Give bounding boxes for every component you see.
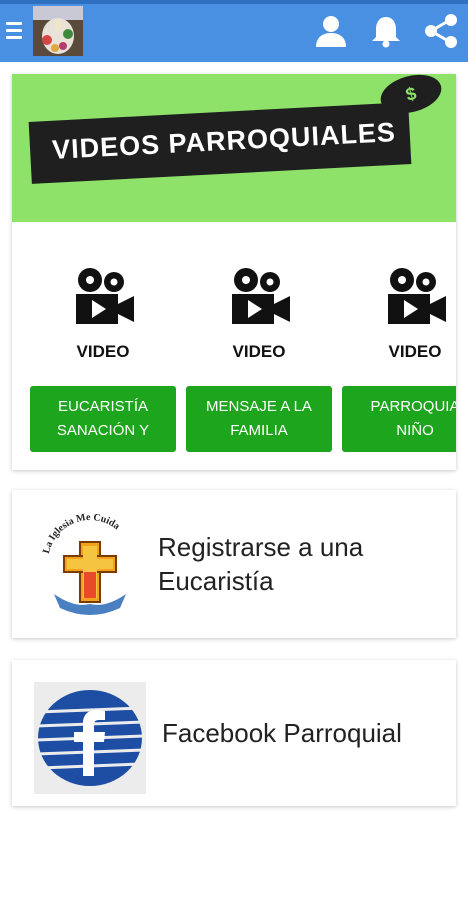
facebook-parish-label: Facebook Parroquial — [162, 718, 402, 748]
video-caption: VIDEO — [232, 342, 286, 361]
videos-banner[interactable]: VIDEOS PARROQUIALES $ — [12, 74, 456, 222]
video-camera-icon — [382, 266, 452, 336]
videos-card: VIDEOS PARROQUIALES $ VIDEO EUCARISTÍA S… — [12, 74, 456, 470]
video-caption: VIDEO — [388, 342, 442, 361]
share-icon[interactable] — [423, 13, 459, 49]
video-caption: VIDEO — [76, 342, 130, 361]
facebook-parish-card[interactable]: Facebook Parroquial — [12, 660, 456, 806]
video-camera-icon — [226, 266, 296, 336]
iglesia-cuida-logo: La Iglesia Me Cuida — [34, 512, 146, 624]
video-carousel[interactable]: VIDEO EUCARISTÍA SANACIÓN Y VIDEO MENSAJ… — [12, 222, 456, 470]
video-camera-icon — [70, 266, 140, 336]
register-eucharist-card[interactable]: La Iglesia Me Cuida Registrarse a una Eu… — [12, 490, 456, 638]
video-button-mensaje[interactable]: MENSAJE A LA FAMILIA — [186, 386, 332, 452]
register-eucharist-label: Registrarse a una Eucaristía — [158, 532, 364, 596]
status-strip — [0, 0, 468, 4]
video-item: VIDEO EUCARISTÍA SANACIÓN Y — [30, 222, 176, 470]
video-button-parroquia[interactable]: PARROQUIA NIÑO — [342, 386, 456, 452]
video-item: VIDEO PARROQUIA NIÑO — [342, 222, 456, 470]
user-icon[interactable] — [313, 13, 349, 49]
hamburger-menu-icon[interactable] — [6, 22, 22, 40]
parish-logo-image[interactable] — [33, 6, 83, 56]
video-item: VIDEO MENSAJE A LA FAMILIA — [186, 222, 332, 470]
bell-icon[interactable] — [368, 13, 404, 49]
video-button-eucaristia[interactable]: EUCARISTÍA SANACIÓN Y — [30, 386, 176, 452]
app-toolbar — [0, 0, 468, 62]
facebook-globe-icon — [34, 682, 146, 794]
